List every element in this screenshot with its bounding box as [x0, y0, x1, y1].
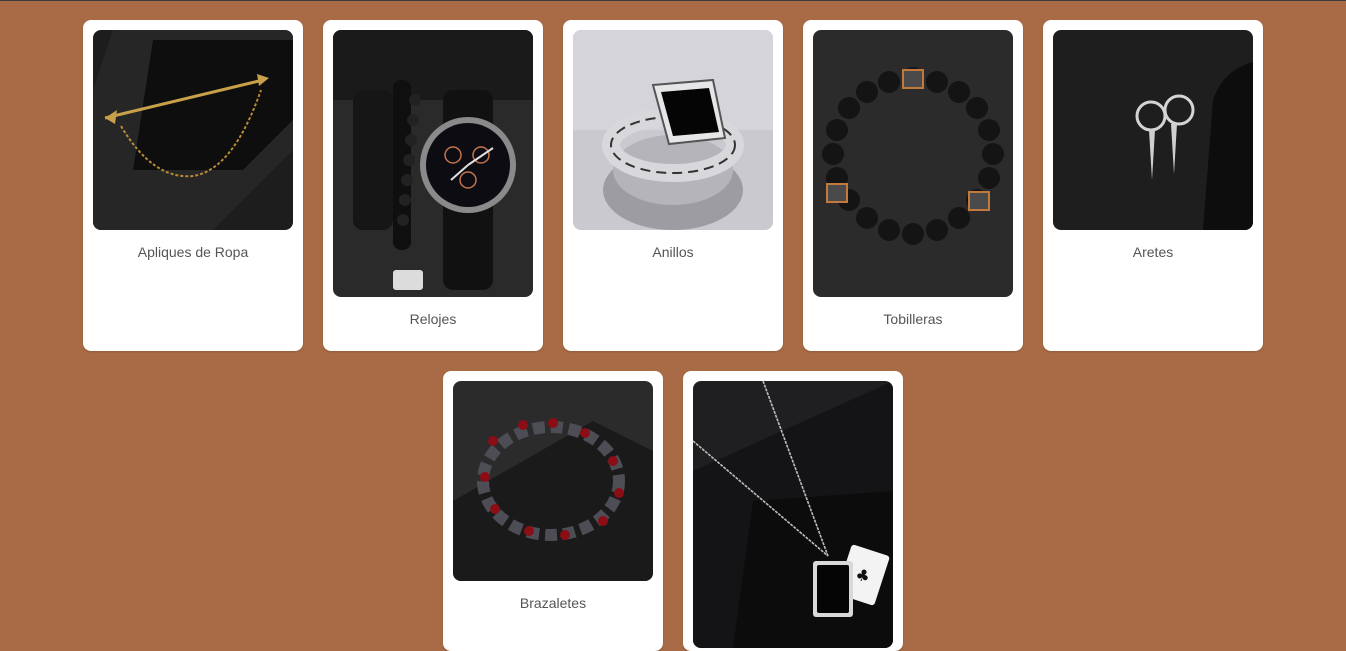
category-card-anillos[interactable]: Anillos: [563, 20, 783, 351]
category-image: [333, 30, 533, 297]
ace-card-pendant-necklace-icon: ♣: [693, 381, 893, 648]
category-label: Apliques de Ropa: [137, 244, 249, 260]
category-row: Brazaletes ♣: [0, 371, 1346, 651]
category-label: Aretes: [1132, 244, 1174, 260]
category-label: Relojes: [409, 311, 457, 327]
category-image: [573, 30, 773, 230]
category-label: Tobilleras: [883, 311, 943, 327]
category-label: Anillos: [652, 244, 694, 260]
category-image: [813, 30, 1013, 297]
category-label: Brazaletes: [519, 595, 587, 611]
category-card-aretes[interactable]: Aretes: [1043, 20, 1263, 351]
category-image: [1053, 30, 1253, 230]
category-card-apliques-de-ropa[interactable]: Apliques de Ropa: [83, 20, 303, 351]
category-card-relojes[interactable]: Relojes: [323, 20, 543, 351]
silver-black-signet-ring-icon: [573, 30, 773, 230]
gold-arrow-collar-pin-icon: [93, 30, 293, 230]
black-watch-and-bracelets-icon: [333, 30, 533, 297]
category-image: [453, 381, 653, 581]
black-bead-bracelet-icon: [813, 30, 1013, 297]
category-grid: Apliques de Ropa Relojes Anillos Tobille…: [0, 0, 1346, 651]
hematite-red-bead-bracelet-icon: [453, 381, 653, 581]
category-row: Apliques de Ropa Relojes Anillos Tobille…: [0, 20, 1346, 351]
category-image: ♣: [693, 381, 893, 648]
category-image: [93, 30, 293, 230]
category-card-brazaletes[interactable]: Brazaletes: [443, 371, 663, 651]
category-card-collares[interactable]: ♣: [683, 371, 903, 651]
category-card-tobilleras[interactable]: Tobilleras: [803, 20, 1023, 351]
silver-hoop-spike-earrings-icon: [1053, 30, 1253, 230]
